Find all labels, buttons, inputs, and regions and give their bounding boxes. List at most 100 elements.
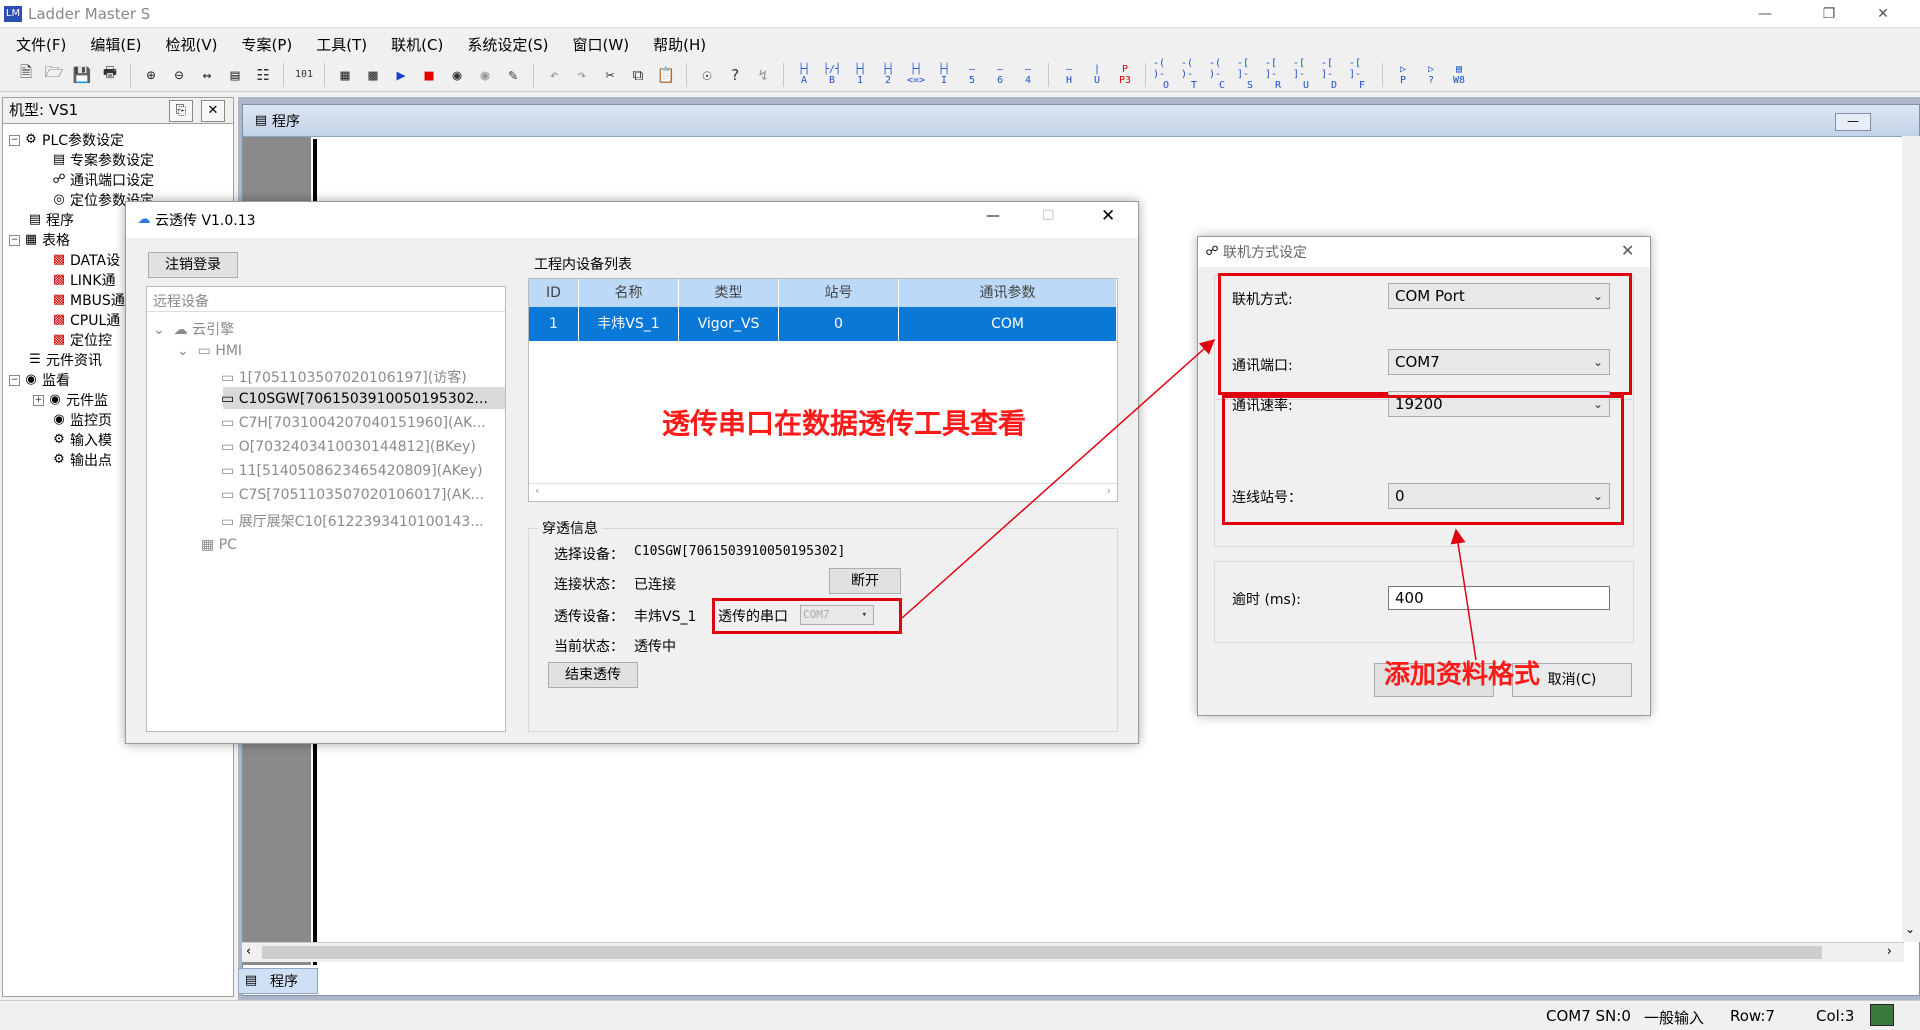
table-hscroll[interactable]: ‹ › — [529, 483, 1117, 501]
edit-doc-icon[interactable]: ✎ — [500, 61, 526, 89]
tree-device-item[interactable]: ▭ C7H[7031004207040151960](AK... — [221, 415, 486, 431]
tool-icon[interactable]: ↯ — [750, 61, 776, 89]
menu-project[interactable]: 专案(P) — [242, 34, 293, 55]
tree-item-plc-params[interactable]: − ⚙ PLC参数设定 — [9, 130, 124, 150]
monitor-icon[interactable]: ▦ — [332, 61, 358, 89]
timeout-input[interactable]: 400 — [1388, 586, 1610, 610]
contact-a-icon[interactable]: ├┤ A — [791, 61, 817, 89]
tree-hmi[interactable]: ⌄ ▭ HMI — [177, 343, 242, 359]
vertical-scrollbar[interactable]: ⌄ — [1902, 136, 1920, 942]
disconnect-button[interactable]: 断开 — [829, 568, 901, 594]
zoom-in-icon[interactable]: ⊕ — [138, 61, 164, 89]
panel-close-button[interactable]: ✕ — [201, 100, 225, 122]
list-icon[interactable]: ☷ — [250, 61, 276, 89]
menu-help[interactable]: 帮助(H) — [653, 34, 706, 55]
find-icon[interactable]: ☉ — [694, 61, 720, 89]
tree-item-position-control[interactable]: ▩ 定位控 — [51, 330, 112, 350]
cell-station[interactable]: 0 — [779, 307, 899, 341]
eye-icon[interactable]: ◉ — [444, 61, 470, 89]
new-file-icon[interactable]: 🗎 — [13, 61, 39, 89]
replace-icon[interactable]: ? — [722, 61, 748, 89]
binary-icon[interactable]: 101 — [291, 61, 317, 89]
tree-device-item[interactable]: ▭ O[7032403410030144812](BKey) — [221, 439, 476, 455]
cloud-minimize-button[interactable]: — — [986, 208, 1000, 224]
contact-up-icon[interactable]: ├┤ 1 — [847, 61, 873, 89]
menu-view[interactable]: 检视(V) — [166, 34, 218, 55]
tree-item-cpul[interactable]: ▩ CPUL通 — [51, 310, 120, 330]
cell-type[interactable]: Vigor_VS — [679, 307, 779, 341]
scroll-left-icon[interactable]: ‹ — [246, 944, 251, 959]
undo-icon[interactable]: ↶ — [541, 61, 567, 89]
fit-width-icon[interactable]: ↔ — [194, 61, 220, 89]
cut-icon[interactable]: ✂ — [597, 61, 623, 89]
invert-icon[interactable]: ├┤ I — [931, 61, 957, 89]
redo-icon[interactable]: ↷ — [569, 61, 595, 89]
print-icon[interactable]: 🖶 — [97, 61, 123, 89]
tree-device-item[interactable]: ▭ C7S[7051103507020106017](AK... — [221, 487, 484, 503]
cloud-close-button[interactable]: ✕ — [1101, 206, 1115, 226]
conn-close-button[interactable]: ✕ — [1621, 241, 1634, 260]
line-4-icon[interactable]: —4 — [1015, 61, 1041, 89]
coil-t-icon[interactable]: -( )- T — [1181, 58, 1207, 91]
compare-icon[interactable]: ├┤ <=> — [903, 61, 929, 89]
tree-item-mbus[interactable]: ▩ MBUS通 — [51, 290, 125, 310]
stop-icon[interactable]: ■ — [416, 61, 442, 89]
end-transfer-button[interactable]: 结束透传 — [548, 662, 638, 688]
cell-name[interactable]: 丰炜VS_1 — [579, 307, 679, 341]
cell-params[interactable]: COM — [899, 307, 1117, 341]
coil-f-icon[interactable]: -[ ]- F — [1349, 58, 1375, 91]
menu-tools[interactable]: 工具(T) — [316, 34, 367, 55]
tree-device-item[interactable]: ▭ 1[7051103507020106197](访客) — [221, 367, 467, 387]
tree-item-table[interactable]: − ▦ 表格 — [9, 230, 70, 250]
coil-c-icon[interactable]: -( )- C — [1209, 58, 1235, 91]
menu-connect[interactable]: 联机(C) — [391, 34, 443, 55]
run-icon[interactable]: ▶ — [388, 61, 414, 89]
tree-device-item[interactable]: ▭ 展厅展架C10[6122393410100143... — [221, 511, 484, 531]
page-icon[interactable]: ▤ — [222, 61, 248, 89]
tree-item-monitor[interactable]: − ◉ 监看 — [9, 370, 70, 390]
open-folder-icon[interactable]: 🗁 — [41, 61, 67, 89]
tree-item-monitor-page[interactable]: ◉ 监控页 — [51, 410, 112, 430]
tree-device-item[interactable]: ▭ 11[5140508623465420809](AKey) — [221, 463, 483, 479]
scroll-thumb[interactable] — [262, 946, 1822, 959]
cell-id[interactable]: 1 — [529, 307, 579, 341]
menu-edit[interactable]: 编辑(E) — [90, 34, 141, 55]
tree-item-link[interactable]: ▩ LINK通 — [51, 270, 116, 290]
tree-item-comm-port[interactable]: ☍ 通讯端口设定 — [51, 170, 154, 190]
scroll-down-icon[interactable]: ⌄ — [1905, 922, 1915, 936]
coil-o-icon[interactable]: -( )- O — [1153, 58, 1179, 91]
coil-u-icon[interactable]: -[ ]- U — [1293, 58, 1319, 91]
copy-icon[interactable]: ⧉ — [625, 61, 651, 89]
zoom-out-icon[interactable]: ⊖ — [166, 61, 192, 89]
scroll-right-icon[interactable]: › — [1887, 944, 1892, 959]
save-icon[interactable]: 💾 — [69, 61, 95, 89]
line-5-icon[interactable]: —5 — [959, 61, 985, 89]
close-button[interactable]: ✕ — [1860, 0, 1906, 28]
tree-item-program[interactable]: ▤ 程序 — [27, 210, 74, 230]
pointer-q-icon[interactable]: ▷? — [1418, 61, 1444, 89]
program-minimize-button[interactable]: — — [1835, 113, 1871, 131]
tree-item-data[interactable]: ▩ DATA设 — [51, 250, 120, 270]
eye-off-icon[interactable]: ◉ — [472, 61, 498, 89]
horizontal-scrollbar[interactable]: ‹ › — [242, 942, 1904, 962]
hline-icon[interactable]: — H — [1056, 61, 1082, 89]
vline-icon[interactable]: | U — [1084, 61, 1110, 89]
tree-cloud-engine[interactable]: ⌄ ☁ 云引擎 — [153, 319, 234, 339]
tree-item-element-monitor[interactable]: + ◉ 元件监 — [33, 390, 108, 410]
logout-button[interactable]: 注销登录 — [148, 252, 238, 278]
coil-s-icon[interactable]: -[ ]- S — [1237, 58, 1263, 91]
tree-item-output[interactable]: ⚙ 输出点 — [51, 450, 112, 470]
line-6-icon[interactable]: —6 — [987, 61, 1013, 89]
contact-down-icon[interactable]: ├┤ 2 — [875, 61, 901, 89]
tree-item-project-params[interactable]: ▤ 专案参数设定 — [51, 150, 154, 170]
minimize-button[interactable]: — — [1742, 0, 1788, 28]
menu-file[interactable]: 文件(F) — [16, 34, 66, 55]
pin-button[interactable]: ⎘ — [169, 100, 193, 122]
pointer-p-icon[interactable]: ▷ P — [1390, 61, 1416, 89]
menu-system[interactable]: 系统设定(S) — [467, 34, 548, 55]
tree-pc[interactable]: ▦ PC — [201, 537, 237, 553]
coil-r-icon[interactable]: -[ ]- R — [1265, 58, 1291, 91]
contact-b-icon[interactable]: ├/┤ B — [819, 61, 845, 89]
tree-device-item-selected[interactable]: ▭ C10SGW[7061503910050195302... — [221, 391, 488, 407]
p3-icon[interactable]: P P3 — [1112, 61, 1138, 89]
